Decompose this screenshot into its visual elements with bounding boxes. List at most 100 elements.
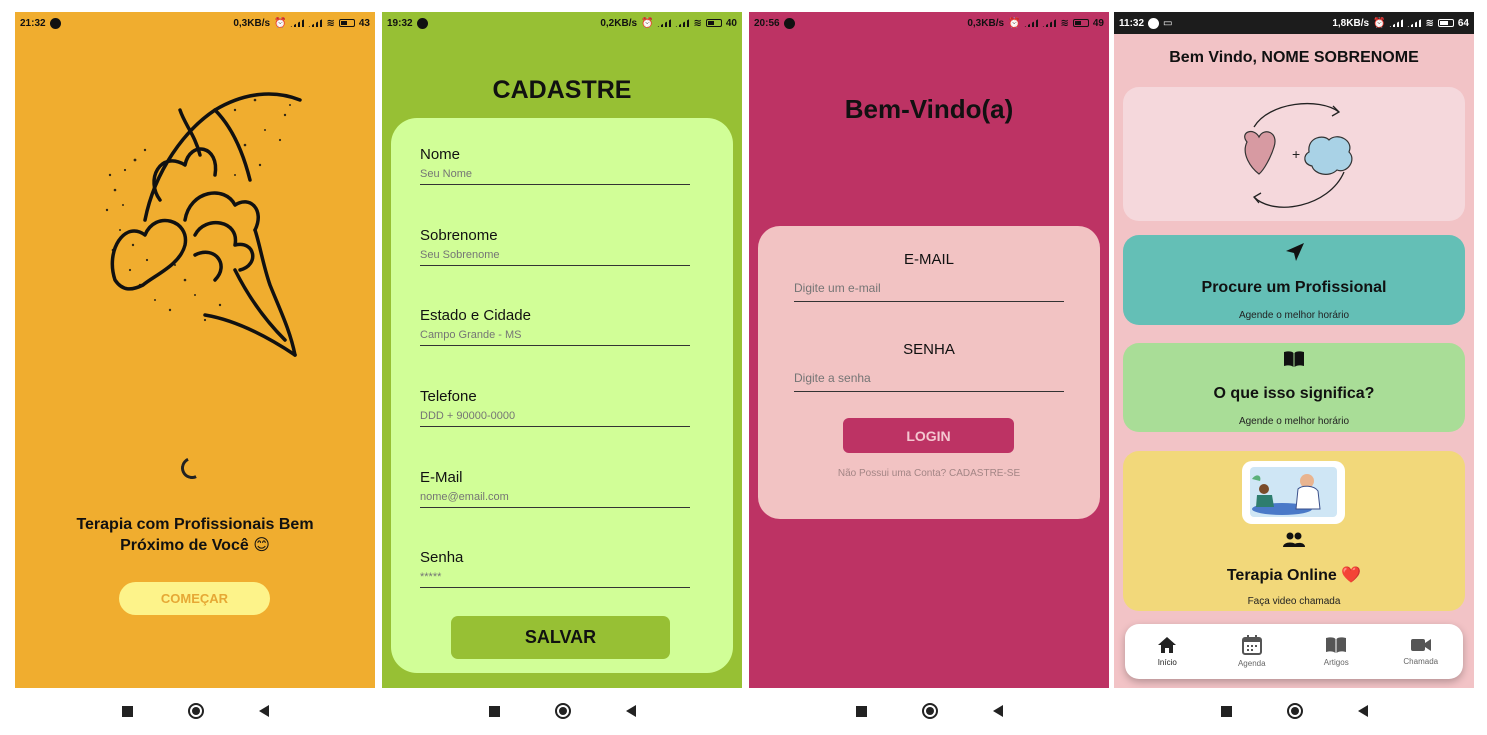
status-bar: 21:32 0,3KB/s ⏰ ≋ 43	[15, 12, 375, 34]
home-button[interactable]	[1286, 703, 1303, 719]
video-camera-icon	[1410, 639, 1431, 651]
password-label: SENHA	[903, 341, 955, 358]
home-button[interactable]	[554, 703, 571, 719]
battery-level: 40	[725, 17, 737, 29]
surname-input[interactable]	[420, 249, 690, 266]
email-label: E-Mail	[420, 469, 463, 486]
home-button[interactable]	[187, 703, 204, 719]
heart-plus-brain-illustration: +	[1244, 102, 1353, 208]
find-professional-subtitle: Agende o melhor horário	[1238, 310, 1350, 321]
status-time: 11:32	[1119, 17, 1145, 29]
city-input[interactable]	[420, 329, 690, 346]
back-button[interactable]	[258, 705, 269, 717]
email-field-group: E-Mail	[420, 469, 690, 508]
android-nav-bar	[382, 697, 742, 725]
battery-icon	[1437, 19, 1454, 27]
email-input[interactable]	[420, 491, 690, 508]
app-notification-icon	[783, 17, 795, 29]
svg-text:+: +	[1292, 146, 1300, 162]
app-notification-icon	[49, 17, 61, 29]
signup-link[interactable]: Não Possui uma Conta? CADASTRE-SE	[758, 468, 1100, 479]
open-book-icon	[1284, 351, 1304, 367]
back-button[interactable]	[625, 705, 636, 717]
login-button[interactable]: LOGIN	[843, 418, 1014, 453]
surname-label: Sobrenome	[420, 227, 498, 244]
alarm-icon: ⏰	[641, 17, 654, 29]
phone-input[interactable]	[420, 410, 690, 427]
tab-call[interactable]: Chamada	[1379, 624, 1464, 679]
recents-button[interactable]	[1220, 705, 1232, 717]
password-label: Senha	[420, 549, 464, 566]
status-time: 21:32	[20, 17, 46, 29]
signal-icon	[1389, 19, 1404, 27]
tagline: Terapia com Profissionais Bem Próximo de…	[45, 514, 345, 556]
password-field-group: Senha	[420, 549, 690, 588]
navigation-arrow-icon	[1286, 243, 1304, 261]
app-notification-icon	[1148, 17, 1160, 29]
wifi-icon: ≋	[1060, 17, 1069, 29]
wifi-icon: ≋	[326, 17, 335, 29]
start-button[interactable]: COMEÇAR	[119, 582, 270, 615]
tab-agenda[interactable]: Agenda	[1210, 624, 1295, 679]
battery-level: 43	[358, 17, 370, 29]
email-input[interactable]	[794, 281, 1064, 302]
splash-screen: 21:32 0,3KB/s ⏰ ≋ 43 Terapia com Profiss…	[15, 12, 375, 688]
home-icon	[1158, 637, 1177, 653]
status-bar: 19:32 0,2KB/s ⏰ ≋ 40	[382, 12, 742, 34]
find-professional-card[interactable]: Procure um Profissional Agende o melhor …	[1123, 235, 1465, 325]
find-professional-title: Procure um Profissional	[1201, 279, 1387, 296]
recents-button[interactable]	[121, 705, 133, 717]
name-label: Nome	[420, 146, 461, 163]
heart-organ-icon	[1244, 130, 1276, 175]
tab-agenda-label: Agenda	[1237, 659, 1266, 668]
app-notification-icon	[416, 17, 428, 29]
tab-home[interactable]: Início	[1125, 624, 1210, 679]
back-button[interactable]	[1357, 705, 1368, 717]
online-therapy-card[interactable]: Terapia Online ❤️ Faça video chamada	[1123, 451, 1465, 611]
home-button[interactable]	[921, 703, 938, 719]
password-input[interactable]	[794, 371, 1064, 392]
what-it-means-title: O que isso significa?	[1213, 385, 1375, 402]
battery-level: 64	[1457, 17, 1469, 29]
signal-icon	[657, 19, 672, 27]
name-field-group: Nome	[420, 146, 690, 185]
signal-icon-2	[308, 19, 323, 27]
tagline-line-1: Terapia com Profissionais Bem	[76, 516, 314, 533]
brain-icon	[1304, 136, 1353, 175]
network-speed: 0,3KB/s	[967, 17, 1005, 29]
battery-icon	[705, 19, 722, 27]
signal-icon-2	[675, 19, 690, 27]
wifi-icon: ≋	[693, 17, 702, 29]
what-it-means-subtitle: Agende o melhor horário	[1238, 416, 1350, 427]
what-it-means-card[interactable]: O que isso significa? Agende o melhor ho…	[1123, 343, 1465, 432]
name-input[interactable]	[420, 168, 690, 185]
tab-articles-label: Artigos	[1323, 658, 1349, 667]
login-form-card: E-MAIL SENHA LOGIN Não Possui uma Conta?…	[758, 226, 1100, 519]
calendar-icon	[1241, 635, 1262, 655]
tab-articles[interactable]: Artigos	[1294, 624, 1379, 679]
back-button[interactable]	[992, 705, 1003, 717]
phone-field-group: Telefone	[420, 388, 690, 427]
screen-cast-icon: ▭	[1163, 17, 1173, 29]
signal-icon	[290, 19, 305, 27]
surname-field-group: Sobrenome	[420, 227, 690, 266]
recents-button[interactable]	[488, 705, 500, 717]
alarm-icon: ⏰	[1373, 17, 1386, 29]
tab-call-label: Chamada	[1403, 657, 1439, 666]
tab-home-label: Início	[1157, 658, 1177, 667]
bottom-tab-bar: Início Agenda Artigos Chamada	[1125, 624, 1463, 679]
tagline-line-2: Próximo de Você 😊	[120, 537, 270, 554]
recents-button[interactable]	[855, 705, 867, 717]
home-screen: 11:32 ▭ 1,8KB/s ⏰ ≋ 64 Bem Vindo, NOME SO…	[1114, 12, 1474, 688]
password-input[interactable]	[420, 571, 690, 588]
phone-label: Telefone	[420, 388, 477, 405]
status-time: 19:32	[387, 17, 413, 29]
save-button[interactable]: SALVAR	[451, 616, 670, 659]
register-form-card: Nome Sobrenome Estado e Cidade Telefone …	[391, 118, 733, 673]
status-bar: 11:32 ▭ 1,8KB/s ⏰ ≋ 64	[1114, 12, 1474, 34]
battery-level: 49	[1092, 17, 1104, 29]
alarm-icon: ⏰	[1008, 17, 1021, 29]
loading-spinner	[177, 453, 207, 483]
signal-icon-2	[1407, 19, 1422, 27]
alarm-icon: ⏰	[274, 17, 287, 29]
